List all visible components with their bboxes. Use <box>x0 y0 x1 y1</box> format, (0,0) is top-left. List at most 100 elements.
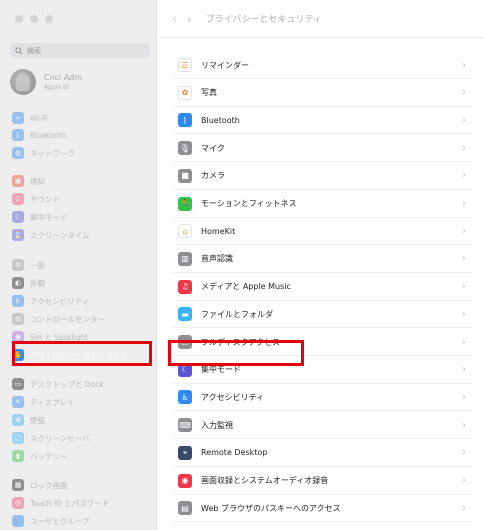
passkey-icon: ▤ <box>178 501 192 516</box>
chevron-right-icon: › <box>462 170 466 182</box>
sidebar-item-label: アクセシビリティ <box>30 296 90 306</box>
notifications-icon: ▣ <box>12 175 24 187</box>
sidebar-item[interactable]: ▢ スクリーンセーバ <box>10 430 153 446</box>
privacy-row[interactable]: ♫ メディアと Apple Music › <box>172 274 472 301</box>
close-button[interactable] <box>15 15 23 23</box>
privacy-row[interactable]: 🏃 モーションとフィットネス › <box>172 191 472 218</box>
sound-icon: ♪ <box>12 193 24 205</box>
zoom-button[interactable] <box>45 15 53 23</box>
privacy-row-label: 画面収録とシステムオーディオ録音 <box>201 476 329 485</box>
sidebar-item-label: コントロールセンター <box>30 314 105 324</box>
sidebar: 検索 Cnci Adm Apple ID ≈ Wi-Fi ᛒ Bluetooth ◍ ネッ… <box>0 0 157 530</box>
photos-icon: ✿ <box>178 85 192 100</box>
sidebar-item-label: 通知 <box>30 176 45 186</box>
forward-button[interactable]: › <box>187 12 192 26</box>
privacy-row-label: モーションとフィットネス <box>201 199 297 208</box>
settings-window: 検索 Cnci Adm Apple ID ≈ Wi-Fi ᛒ Bluetooth ◍ ネッ… <box>0 0 484 530</box>
accessibility-icon: ♿ <box>12 295 24 307</box>
sidebar-item-label: Touch ID とパスワード <box>30 498 110 508</box>
touchid-icon: ◎ <box>12 497 24 509</box>
privacy-row-label: リマインダー <box>201 60 249 70</box>
window-controls <box>15 15 53 23</box>
privacy-row-label: Remote Desktop <box>201 448 268 458</box>
sidebar-item[interactable]: ♿ アクセシビリティ <box>10 293 153 309</box>
camera-icon: ■ <box>178 168 192 183</box>
privacy-row-label: カメラ <box>201 171 225 181</box>
sidebar-item-label: デスクトップと Dock <box>30 379 104 389</box>
sidebar-item-label: ユーザとグループ <box>30 516 90 526</box>
privacy-row[interactable]: ☰ リマインダー › <box>172 52 472 79</box>
speech-recognition-icon: ▥ <box>178 251 192 266</box>
privacy-row-label: 入力監視 <box>201 420 233 430</box>
sidebar-item[interactable]: ♪ サウンド <box>10 191 153 207</box>
highlight-box-sidebar <box>12 341 152 366</box>
privacy-row[interactable]: ⌖ Remote Desktop › <box>172 440 472 467</box>
privacy-row[interactable]: ⌨ 入力監視 › <box>172 412 472 440</box>
sidebar-item[interactable]: ☾ 集中モード <box>10 209 153 225</box>
avatar <box>10 69 36 95</box>
sidebar-item[interactable]: ❀ 壁紙 <box>10 412 153 428</box>
screentime-icon: ⌛ <box>12 229 24 241</box>
display-icon: ☀ <box>12 396 24 408</box>
privacy-row[interactable]: ■ カメラ › <box>172 163 472 190</box>
privacy-row[interactable]: ▬ ファイルとフォルダ › <box>172 301 472 329</box>
lock-screen-icon: ▦ <box>12 479 24 491</box>
privacy-row[interactable]: ◉ 画面収録とシステムオーディオ録音 › <box>172 468 472 495</box>
bluetooth-icon: ᛒ <box>178 113 192 128</box>
sidebar-item[interactable]: ◎ Touch ID とパスワード <box>10 495 153 511</box>
wifi-icon: ≈ <box>12 112 24 124</box>
chevron-right-icon: › <box>462 475 466 486</box>
privacy-row[interactable]: ♿ アクセシビリティ › <box>172 384 472 412</box>
chevron-right-icon: › <box>462 142 466 154</box>
chevron-right-icon: › <box>462 502 466 514</box>
privacy-row[interactable]: ▤ Web ブラウザのパスキーへのアクセス › <box>172 495 472 523</box>
privacy-row-label: ファイルとフォルダ <box>201 309 273 319</box>
chevron-right-icon: › <box>462 59 466 71</box>
privacy-row-label: Bluetooth <box>201 115 240 125</box>
privacy-row-label: 写真 <box>201 88 217 98</box>
folder-icon: ▬ <box>178 307 192 322</box>
accessibility-icon: ♿ <box>178 390 192 405</box>
sidebar-item[interactable]: ▤ コントロールセンター <box>10 311 153 327</box>
privacy-row[interactable]: ✿ 写真 › <box>172 80 472 107</box>
sidebar-item[interactable]: ◐ 外観 <box>10 275 153 291</box>
sidebar-item[interactable]: ▣ 通知 <box>10 173 153 189</box>
focus-icon: ☾ <box>12 211 24 223</box>
sidebar-item-label: 一般 <box>30 260 45 270</box>
chevron-right-icon: › <box>462 336 466 348</box>
sidebar-item[interactable]: ▮ バッテリー <box>10 448 153 464</box>
privacy-row[interactable]: ▥ 音声認識 › <box>172 246 472 273</box>
sidebar-item[interactable]: 👥 ユーザとグループ <box>10 513 153 529</box>
sidebar-item[interactable]: ☀ ディスプレイ <box>10 394 153 410</box>
dock-icon: ▭ <box>12 378 24 390</box>
screensaver-icon: ▢ <box>12 432 24 444</box>
sidebar-item[interactable]: ⚙ 一般 <box>10 257 153 273</box>
main-pane: ‹ › プライバシーとセキュリティ ☰ リマインダー › ✿ 写真 › ᛒ Bluetooth… <box>158 0 484 530</box>
control-center-icon: ▤ <box>12 313 24 325</box>
sidebar-item-label: ネットワーク <box>30 148 75 158</box>
search-input[interactable]: 検索 <box>10 43 150 58</box>
privacy-row-label: メディアと Apple Music <box>201 282 291 292</box>
wallpaper-icon: ❀ <box>12 414 24 426</box>
chevron-right-icon: › <box>462 198 466 209</box>
apple-id-account[interactable]: Cnci Adm Apple ID <box>10 66 150 98</box>
sidebar-item[interactable]: ≈ Wi-Fi <box>10 110 153 126</box>
microphone-icon: 🎙 <box>178 141 192 156</box>
sidebar-item[interactable]: ◍ ネットワーク <box>10 145 153 161</box>
sidebar-item[interactable]: ▦ ロック画面 <box>10 477 153 493</box>
chevron-right-icon: › <box>462 253 466 265</box>
back-button[interactable]: ‹ <box>172 12 177 26</box>
privacy-row[interactable]: 🎙 マイク › <box>172 135 472 163</box>
sidebar-item[interactable]: ᛒ Bluetooth <box>10 127 153 143</box>
minimize-button[interactable] <box>30 15 38 23</box>
search-placeholder: 検索 <box>27 46 41 55</box>
sidebar-item[interactable]: ⌛ スクリーンタイム <box>10 227 153 243</box>
sidebar-item[interactable]: ▭ デスクトップと Dock <box>10 376 153 392</box>
privacy-row-label: Web ブラウザのパスキーへのアクセス <box>201 503 341 513</box>
privacy-row[interactable]: ᛒ Bluetooth › <box>172 107 472 135</box>
account-name: Cnci Adm <box>44 73 83 82</box>
privacy-row-label: アクセシビリティ <box>201 392 265 402</box>
privacy-row[interactable]: ⌂ HomeKit › <box>172 218 472 246</box>
sidebar-item-label: バッテリー <box>30 451 68 461</box>
sidebar-item-label: Wi-Fi <box>30 113 48 123</box>
